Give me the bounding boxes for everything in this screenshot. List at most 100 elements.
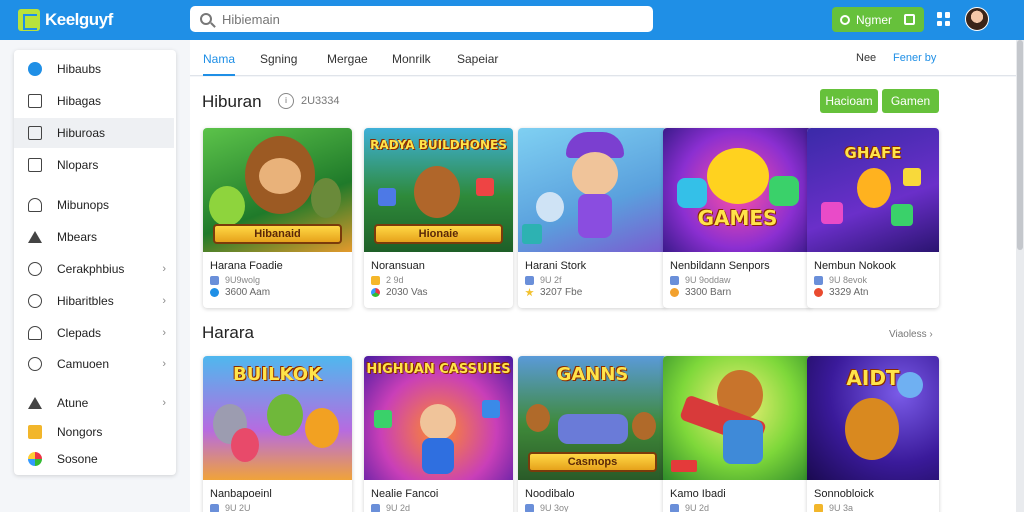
thumbnail-banner: Casmops	[528, 452, 657, 472]
tab-3[interactable]: Mergae	[327, 52, 368, 76]
info-icon[interactable]: i	[278, 93, 294, 109]
game-title: Kamo Ibadi	[670, 488, 726, 500]
game-stat: 3329 Atn	[814, 287, 868, 298]
sidebar-item-label: Hibaubs	[57, 62, 102, 76]
game-meta: 9U9wolg	[210, 275, 260, 285]
top-bar: Keelguyf Ngmer	[0, 0, 1024, 40]
search-input[interactable]	[222, 11, 622, 27]
game-thumbnail: Hibanaid	[203, 128, 352, 252]
game-card[interactable]: Hibanaid Harana Foadie 9U9wolg 3600 Aam	[203, 128, 352, 308]
globe-icon	[28, 62, 42, 76]
game-meta: 2 9d	[371, 275, 404, 285]
thumbnail-banner: Hionaie	[374, 224, 503, 244]
star-box-icon	[28, 425, 42, 439]
sidebar-item-13[interactable]: Sosone	[14, 444, 176, 474]
game-thumbnail	[518, 128, 667, 252]
list-icon	[28, 94, 42, 108]
platform-icon	[371, 275, 380, 285]
grid-icon[interactable]	[937, 12, 951, 26]
game-stat: 2030 Vas	[371, 287, 428, 298]
tab-5[interactable]: Sapeiar	[457, 52, 498, 76]
thumbnail-title: GAMES	[697, 206, 778, 230]
sidebar-item-6[interactable]: Mbears	[14, 222, 176, 252]
platform-icon	[371, 503, 380, 512]
tab-right-label[interactable]: Nee	[856, 52, 876, 64]
game-meta: 9U 3a	[814, 503, 853, 512]
game-card[interactable]: HIGHUAN CASSUIES Nealie Fancoi 9U 2d	[364, 356, 513, 512]
clock-icon	[28, 294, 42, 308]
tab-4[interactable]: Monrilk	[392, 52, 431, 76]
triangle-icon	[28, 397, 42, 409]
sidebar-item-4[interactable]: Nlopars	[14, 150, 176, 180]
game-card[interactable]: RADYA BUILDHONES Hionaie Noransuan 2 9d …	[364, 128, 513, 308]
thumbnail-title: BUILKOK	[233, 364, 322, 385]
sidebar-item-11[interactable]: Atune ›	[14, 388, 176, 418]
sidebar-item-5[interactable]: Mibunops	[14, 190, 176, 220]
sidebar-item-2[interactable]: Hibagas	[14, 86, 176, 116]
tag-icon	[28, 231, 42, 243]
game-title: Noodibalo	[525, 488, 575, 500]
platform-icon	[814, 503, 823, 512]
platform-icon	[210, 503, 219, 512]
sidebar-item-7[interactable]: Cerakphbius ›	[14, 254, 176, 284]
thumbnail-title: GHAFE	[844, 144, 902, 162]
scrollbar-thumb[interactable]	[1017, 40, 1023, 250]
tab-2[interactable]: Sgning	[260, 52, 297, 76]
sidebar-item-3[interactable]: Hiburoas	[14, 118, 174, 148]
game-meta: 9U 9oddaw	[670, 275, 731, 285]
sidebar-item-8[interactable]: Hibaritbles ›	[14, 286, 176, 316]
game-stat: 3600 Aam	[210, 287, 270, 298]
game-card[interactable]: Kamo Ibadi 9U 2d	[663, 356, 812, 512]
logo-text: Keelguyf	[45, 10, 113, 29]
sidebar-item-label: Nongors	[57, 425, 103, 439]
game-card[interactable]: Harani Stork 9U 2f 3207 Fbe	[518, 128, 667, 308]
section-count: 2U3334	[301, 95, 340, 107]
platform-icon	[814, 275, 823, 285]
coin-icon	[814, 288, 823, 297]
sidebar-item-label: Clepads	[57, 326, 102, 340]
chevron-right-icon: ›	[162, 263, 166, 275]
game-title: Nenbildann Senpors	[670, 260, 770, 272]
sidebar-item-label: Hiburoas	[57, 126, 106, 140]
see-all-link[interactable]: Viaoless ›	[889, 329, 933, 340]
chevron-right-icon: ›	[162, 327, 166, 339]
sidebar-item-10[interactable]: Camuoen ›	[14, 349, 176, 379]
sidebar-item-1[interactable]: Hibaubs	[14, 54, 176, 84]
tab-bar: Nama Sgning Mergae Monrilk Sapeiar Nee F…	[190, 40, 1016, 76]
game-card[interactable]: GAMES Nenbildann Senpors 9U 9oddaw 3300 …	[663, 128, 812, 308]
sidebar-item-12[interactable]: Nongors	[14, 417, 176, 447]
header-button-label: Ngmer	[856, 12, 893, 27]
game-title: Harana Foadie	[210, 260, 283, 272]
wallet-icon	[904, 14, 916, 25]
app-logo[interactable]: Keelguyf	[18, 9, 178, 31]
main-content: Hiburan i 2U3334 Hacioam Gamen Hibanaid …	[190, 77, 1016, 512]
platform-icon	[670, 503, 679, 512]
filter-button-1[interactable]: Hacioam	[820, 89, 878, 113]
tab-right-link[interactable]: Fener by	[893, 52, 936, 64]
filter-button-2[interactable]: Gamen	[882, 89, 939, 113]
game-card[interactable]: AIDT Sonnobloick 9U 3a	[807, 356, 939, 512]
game-card[interactable]: GANNS Casmops Noodibalo 9U 3oy	[518, 356, 667, 512]
coin-icon	[670, 288, 679, 297]
thumbnail-title: RADYA BUILDHONES	[370, 138, 507, 152]
platform-icon	[210, 275, 219, 285]
colorful-icon	[28, 452, 42, 466]
document-icon	[28, 126, 42, 140]
game-meta: 9U 3oy	[525, 503, 569, 512]
info-icon	[28, 357, 42, 371]
header-action-button[interactable]: Ngmer	[832, 7, 924, 32]
sidebar-item-label: Atune	[57, 396, 89, 410]
platform-icon	[670, 275, 679, 285]
tab-1[interactable]: Nama	[203, 52, 236, 76]
avatar[interactable]	[965, 7, 989, 31]
thumbnail-banner: Hibanaid	[213, 224, 342, 244]
search-bar[interactable]	[190, 6, 653, 32]
star-icon	[525, 288, 534, 297]
game-card[interactable]: BUILKOK Nanbapoeinl 9U 2U	[203, 356, 352, 512]
scrollbar[interactable]	[1016, 40, 1024, 512]
game-meta: 9U 2f	[525, 275, 562, 285]
sidebar-item-9[interactable]: Clepads ›	[14, 318, 176, 348]
sidebar-item-label: Cerakphbius	[57, 262, 125, 276]
game-card[interactable]: GHAFE Nembun Nokook 9U 8evok 3329 Atn	[807, 128, 939, 308]
game-meta: 9U 2U	[210, 503, 251, 512]
